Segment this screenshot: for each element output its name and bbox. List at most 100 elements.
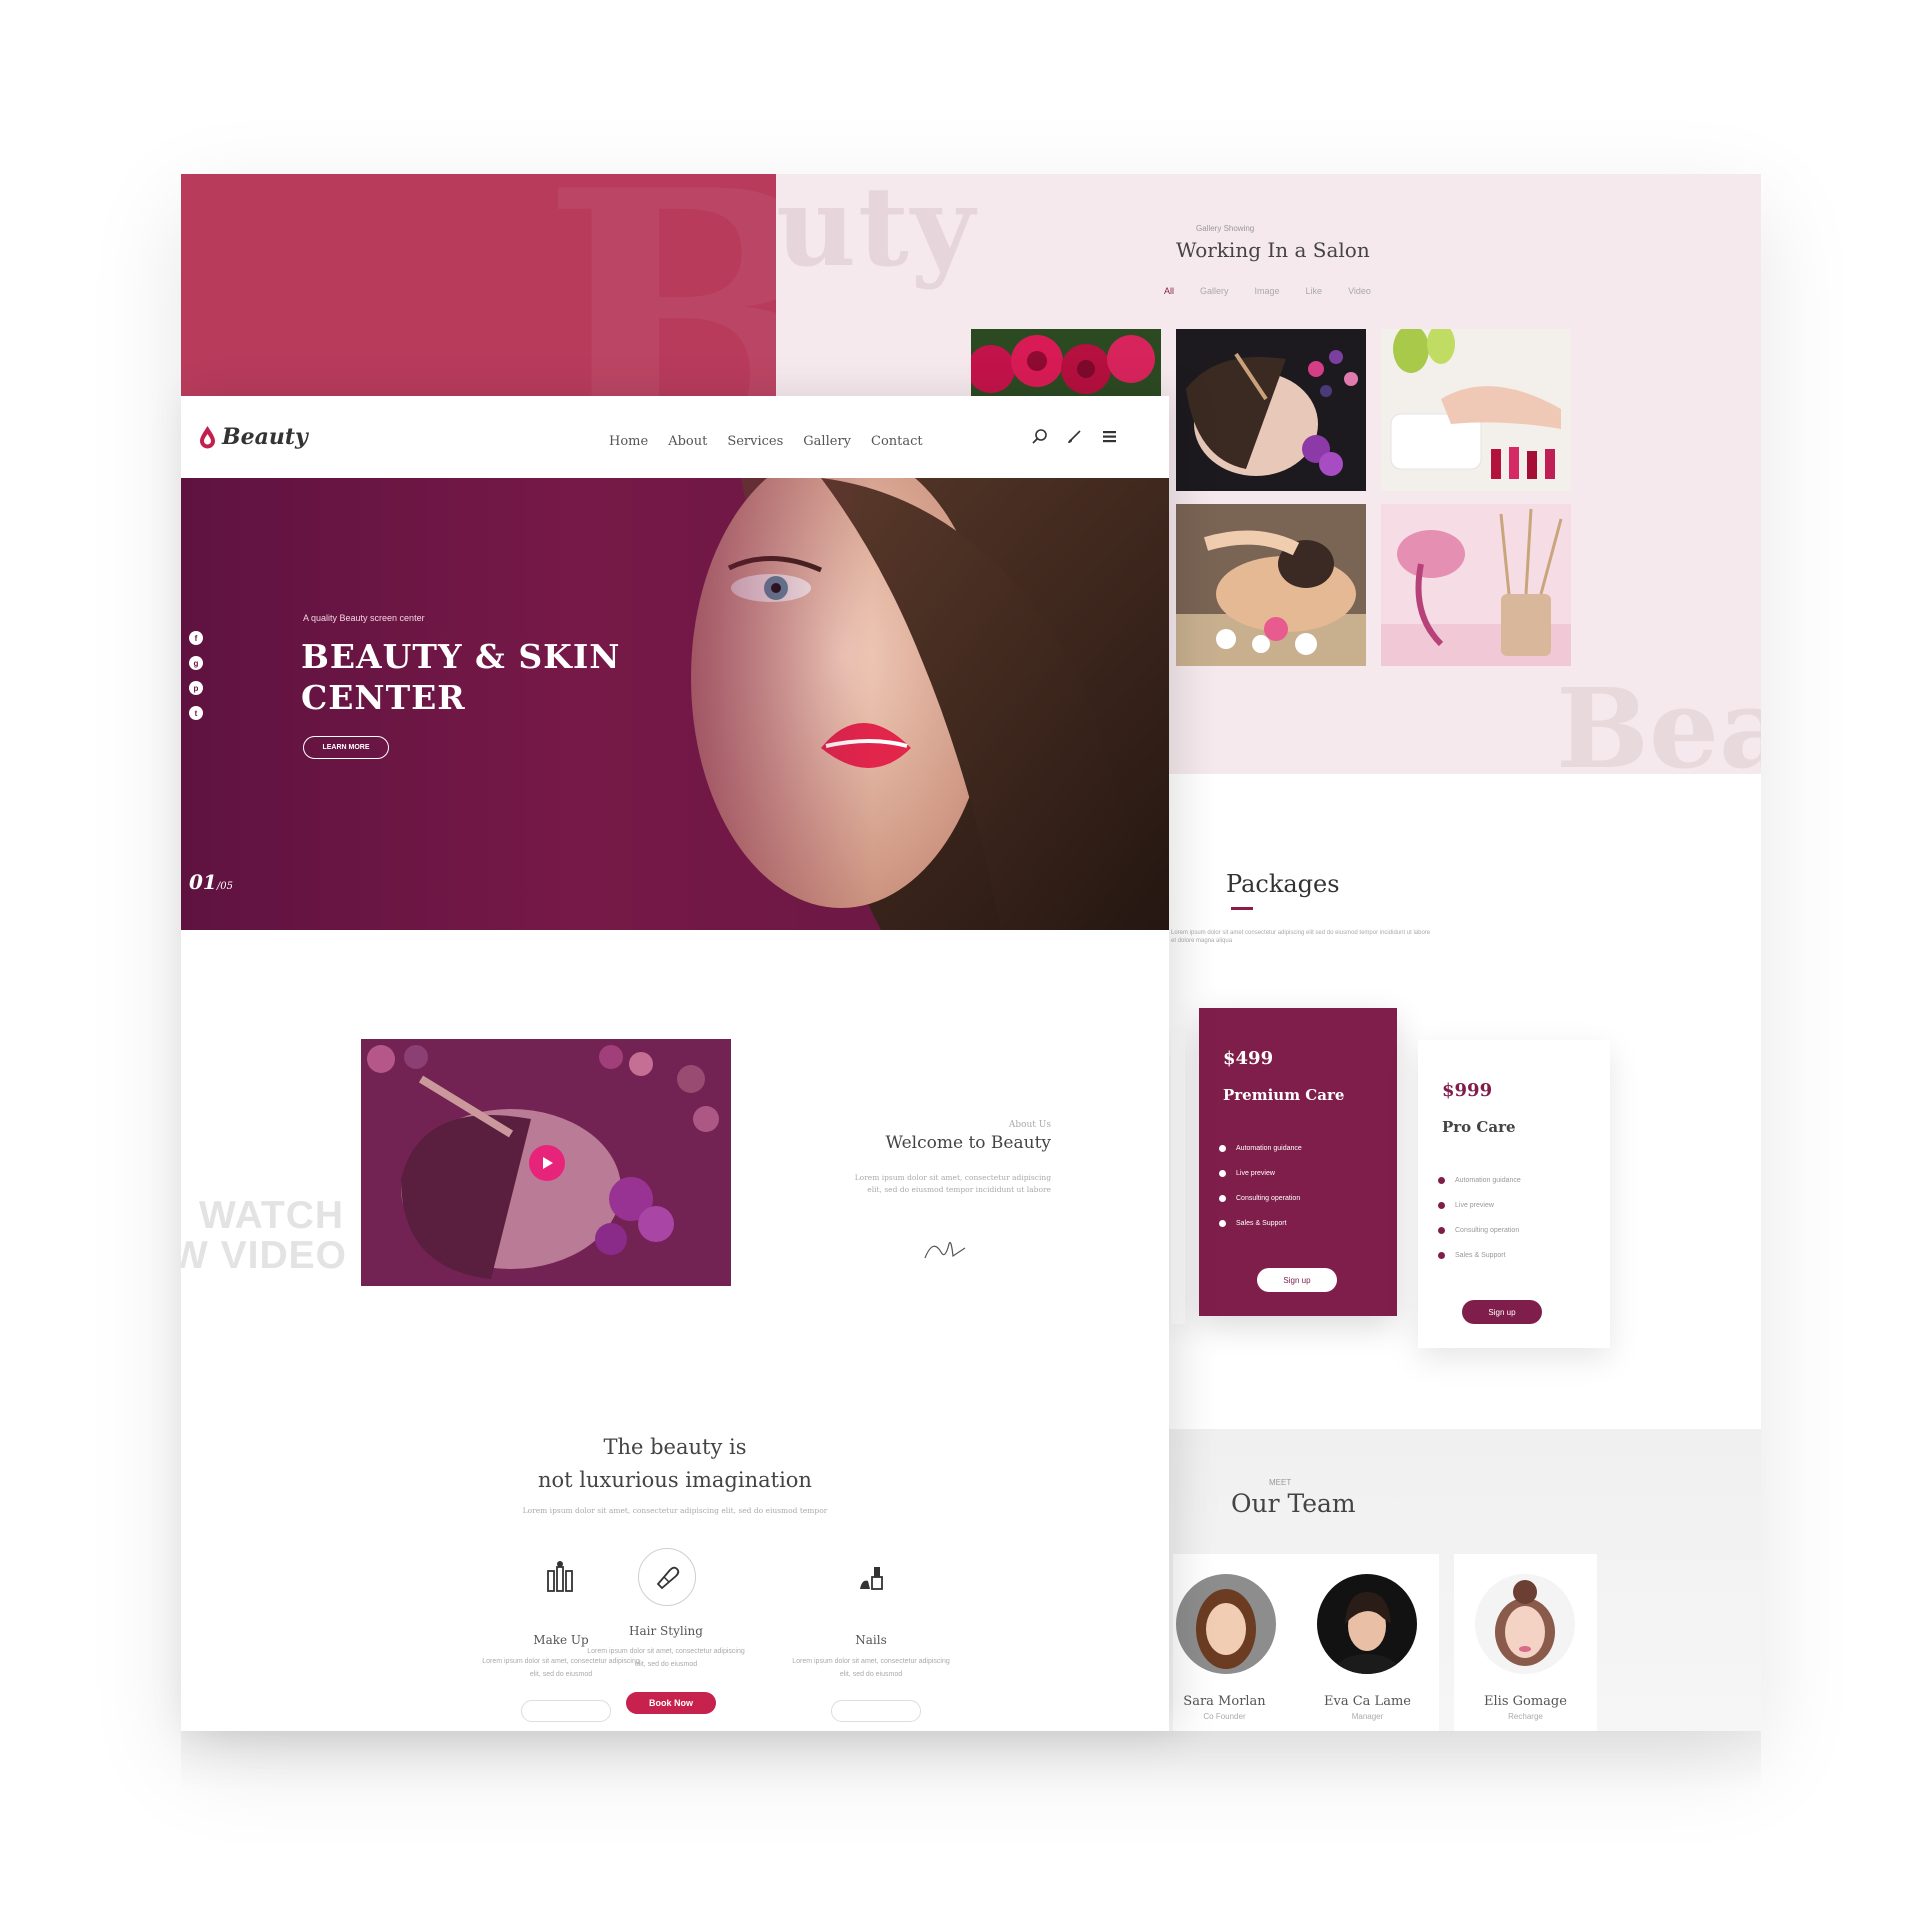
package-feature: Live preview xyxy=(1219,1161,1302,1186)
package-name: Premium Care xyxy=(1223,1086,1345,1104)
hero-title: BEAUTY & SKIN CENTER xyxy=(301,637,621,718)
avatar xyxy=(1475,1574,1575,1674)
learn-more-button[interactable]: LEARN MORE xyxy=(303,736,389,759)
video-thumbnail[interactable] xyxy=(361,1039,731,1286)
google-icon[interactable]: g xyxy=(189,656,203,670)
gallery-image-massage[interactable] xyxy=(1176,504,1366,666)
facebook-icon[interactable]: f xyxy=(189,631,203,645)
slide-total: /05 xyxy=(216,881,233,892)
filter-gallery[interactable]: Gallery xyxy=(1200,286,1229,296)
packages-description: Lorem ipsum dolor sit amet consectetur a… xyxy=(1171,930,1431,945)
package-feature: Automation guidance xyxy=(1219,1136,1302,1161)
team-title: Our Team xyxy=(1231,1489,1356,1518)
gallery-filters: All Gallery Image Like Video xyxy=(1164,286,1371,296)
package-price: $499 xyxy=(1223,1048,1274,1069)
nav-item-services[interactable]: Services xyxy=(727,434,783,449)
service-name: Nails xyxy=(855,1633,887,1647)
crimson-banner: B xyxy=(181,174,776,396)
package-name: Pro Care xyxy=(1442,1118,1516,1136)
watch-video-text: WATCH W VIDEO xyxy=(181,1196,347,1276)
slide-counter: 01/05 xyxy=(189,870,233,894)
about-text: Lorem ipsum dolor sit amet, consectetur … xyxy=(854,1173,1051,1194)
quote-line-2: not luxurious imagination xyxy=(538,1467,812,1492)
slide-current: 01 xyxy=(189,870,217,894)
logo[interactable]: Beauty xyxy=(199,424,308,450)
packages-underline xyxy=(1231,907,1253,910)
drop-logo-icon xyxy=(200,426,215,449)
packages-title: Packages xyxy=(1226,870,1340,898)
team-card[interactable]: Elis Gomage Recharge xyxy=(1454,1554,1597,1731)
nav-item-about[interactable]: About xyxy=(668,434,707,449)
search-icon[interactable] xyxy=(1031,428,1048,445)
team-card[interactable]: Eva Ca Lame Manager xyxy=(1296,1554,1439,1731)
filter-all[interactable]: All xyxy=(1164,286,1174,296)
avatar xyxy=(1176,1574,1276,1674)
front-page: Beauty Home About Services Gallery Conta… xyxy=(181,396,1169,1731)
signature-icon xyxy=(924,1241,966,1259)
twitter-icon[interactable]: t xyxy=(189,706,203,720)
team-member-name: Elis Gomage xyxy=(1484,1694,1567,1709)
filter-image[interactable]: Image xyxy=(1255,286,1280,296)
nav-icons xyxy=(1031,428,1118,445)
navbar: Beauty Home About Services Gallery Conta… xyxy=(181,396,1169,478)
gallery-image-makeup[interactable] xyxy=(1176,329,1366,491)
package-card-pro: $999 Pro Care Automation guidance Live p… xyxy=(1418,1040,1610,1348)
hero-banner: f g p t A quality Beauty screen center B… xyxy=(181,478,1169,930)
gallery-image-diffuser[interactable] xyxy=(1381,504,1571,666)
nails-icon xyxy=(851,1556,893,1598)
about-title: Welcome to Beauty xyxy=(885,1133,1051,1153)
makeup-icon xyxy=(541,1556,583,1598)
quote-subtitle: Lorem ipsum dolor sit amet, consectetur … xyxy=(522,1506,828,1515)
service-description: Lorem ipsum dolor sit amet, consectetur … xyxy=(587,1648,745,1668)
service-button[interactable] xyxy=(521,1700,611,1722)
play-icon xyxy=(543,1157,553,1169)
ghost-letter: B xyxy=(541,174,776,396)
team-member-name: Eva Ca Lame xyxy=(1324,1694,1411,1709)
team-card[interactable]: Sara Morlan Co Founder xyxy=(1173,1554,1316,1731)
brush-icon[interactable] xyxy=(1066,428,1083,445)
service-button[interactable] xyxy=(831,1700,921,1722)
package-card-premium: $499 Premium Care Automation guidance Li… xyxy=(1199,1008,1397,1316)
gallery-image-manicure[interactable] xyxy=(1381,329,1571,491)
package-price: $999 xyxy=(1442,1080,1493,1101)
hero-kicker: A quality Beauty screen center xyxy=(303,613,425,623)
package-feature: Automation guidance xyxy=(1438,1168,1521,1193)
team-member-role: Recharge xyxy=(1508,1712,1543,1721)
nav-item-gallery[interactable]: Gallery xyxy=(803,434,851,449)
page-shadow xyxy=(181,1731,1761,1791)
signup-button[interactable]: Sign up xyxy=(1257,1268,1337,1292)
hair-dryer-icon xyxy=(638,1548,696,1606)
package-features: Automation guidance Live preview Consult… xyxy=(1438,1168,1521,1268)
pinterest-icon[interactable]: p xyxy=(189,681,203,695)
filter-like[interactable]: Like xyxy=(1306,286,1323,296)
filter-video[interactable]: Video xyxy=(1348,286,1371,296)
team-member-role: Co Founder xyxy=(1203,1712,1246,1721)
nav-item-contact[interactable]: Contact xyxy=(871,434,923,449)
menu-icon[interactable] xyxy=(1101,428,1118,445)
team-member-name: Sara Morlan xyxy=(1183,1694,1266,1709)
package-feature: Consulting operation xyxy=(1438,1218,1521,1243)
service-name: Hair Styling xyxy=(629,1624,703,1638)
package-features: Automation guidance Live preview Consult… xyxy=(1219,1136,1302,1236)
package-feature: Sales & Support xyxy=(1438,1243,1521,1268)
ghost-text-top: uty xyxy=(776,174,977,291)
watch-line-1: WATCH xyxy=(199,1194,345,1237)
quote-line-1: The beauty is xyxy=(603,1435,747,1459)
team-kicker: MEET xyxy=(1269,1478,1292,1487)
logo-text: Beauty xyxy=(222,424,308,450)
play-button[interactable] xyxy=(529,1145,565,1181)
ghost-text-bottom: Bea xyxy=(1556,664,1761,774)
quote-title: The beauty is not luxurious imagination xyxy=(181,1431,1169,1496)
nav-menu: Home About Services Gallery Contact xyxy=(609,434,923,449)
signup-button[interactable]: Sign up xyxy=(1462,1300,1542,1324)
about-kicker: About Us xyxy=(1008,1120,1051,1130)
package-feature: Consulting operation xyxy=(1219,1186,1302,1211)
book-now-button[interactable]: Book Now xyxy=(626,1692,716,1714)
package-feature: Sales & Support xyxy=(1219,1211,1302,1236)
gallery-image-roses[interactable] xyxy=(971,329,1161,396)
package-card-hidden xyxy=(1171,1034,1185,1324)
service-description: Lorem ipsum dolor sit amet, consectetur … xyxy=(792,1658,950,1678)
gallery-kicker: Gallery Showing xyxy=(1196,224,1255,233)
nav-item-home[interactable]: Home xyxy=(609,434,648,449)
social-links: f g p t xyxy=(189,631,203,720)
